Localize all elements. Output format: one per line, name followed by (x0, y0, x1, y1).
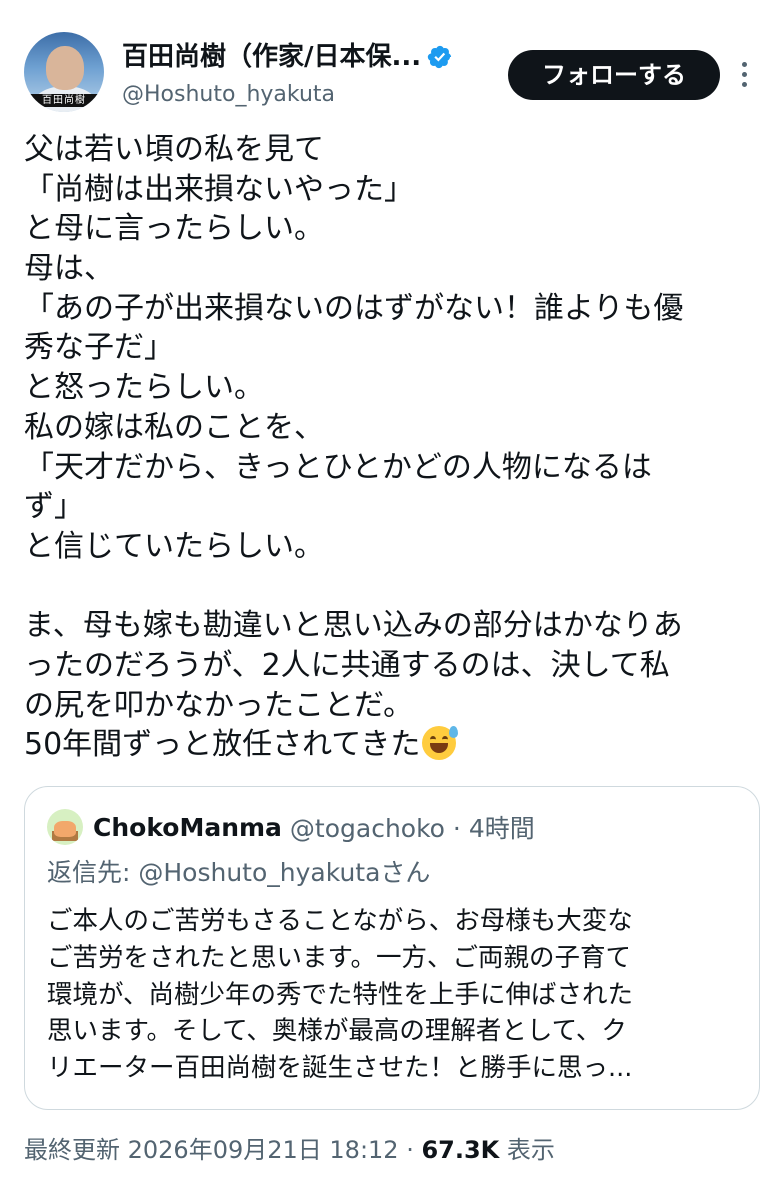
quoted-author-name[interactable]: ChokoManma (93, 813, 282, 842)
tweet-text-line: 50年間ずっと放任されてきた (24, 725, 764, 765)
quoted-body-line: ご本人のご苦労もさることながら、お母様も大変な (47, 906, 633, 936)
avatar-face (46, 46, 84, 90)
author-name-row[interactable]: 百田尚樹（作家/日本保... (122, 38, 453, 76)
tweet-text-line: 私の嫁は私のことを、 (24, 409, 324, 445)
tweet-text-line: と怒ったらしい。 (24, 370, 264, 406)
view-label: 表示 (499, 1136, 555, 1164)
tweet-meta: 最終更新 2026年09月21日 18:12 · 67.3K 表示 (24, 1132, 555, 1168)
tweet-text-line: 母は、 (24, 251, 114, 287)
quoted-body-line: ご苦労をされたと思います。一方、ご両親の子育て (47, 942, 631, 973)
follow-button[interactable]: フォローする (508, 50, 720, 100)
sweat-smile-emoji-icon (422, 726, 459, 761)
quoted-author-handle-time: @togachoko · 4時間 (289, 814, 535, 843)
last-updated-timestamp: 最終更新 2026年09月21日 18:12 · (24, 1136, 422, 1164)
tweet-header: 百田尚樹 百田尚樹（作家/日本保... @Hoshuto_hyakuta フォロ… (24, 32, 760, 112)
quoted-body-line: 環境が、尚樹少年の秀でた特性を上手に伸ばされた (47, 979, 633, 1010)
tweet-text: 父は若い頃の私を見て「尚樹は出来損ないやった」 と母に言ったらしい。 母は、 「あの子… (24, 130, 764, 765)
tweet-text-line: 「天才だから、きっとひとかどの人物になるは (24, 449, 652, 485)
tweet-text-line (24, 567, 764, 607)
avatar-cat (54, 821, 76, 837)
tweet-text-line: 「尚樹は出来損ないやった」 (24, 171, 414, 207)
quoted-tweet-card[interactable]: ChokoManma @togachoko · 4時間 返信先: @Hoshut… (24, 786, 760, 1110)
avatar-banner: 百田尚樹 (28, 94, 100, 107)
tweet-page: 百田尚樹 百田尚樹（作家/日本保... @Hoshuto_hyakuta フォロ… (0, 0, 784, 1200)
emoji-sweat-drop (449, 726, 459, 739)
tweet-text-line: ず」 (24, 489, 84, 525)
quoted-author-avatar[interactable] (47, 809, 83, 845)
quoted-tweet-header: ChokoManma @togachoko · 4時間 (47, 809, 535, 845)
quoted-body-line: リエーター百田尚樹を誕生させた！と勝手に思っ... (47, 1053, 633, 1084)
tweet-text-line: 父は若い頃の私を見て (24, 132, 324, 167)
author-avatar[interactable]: 百田尚樹 (24, 32, 104, 112)
tweet-text-line: と信じていたらしい。 (24, 528, 324, 564)
emoji-mouth (430, 743, 449, 754)
tweet-text-line: 「あの子が出来損ないのはずがない！誰よりも優 (24, 290, 684, 326)
quoted-body-line: 思います。そして、奥様が最高の理解者として、ク (47, 1016, 627, 1047)
view-count: 67.3K (421, 1136, 500, 1164)
author-handle[interactable]: @Hoshuto_hyakuta (122, 80, 335, 110)
tweet-text-line: 秀な子だ」 (24, 330, 174, 366)
quoted-tweet-body: ご本人のご苦労もさることながら、お母様も大変な ご苦労をされたと思います。一方、ご… (47, 903, 747, 1087)
tweet-text-line: ま、母も嫁も勘違いと思い込みの部分はかなりあ (24, 608, 683, 644)
tweet-text-line: の尻を叩かなかったことだ。 (24, 687, 414, 723)
more-options-icon[interactable] (740, 62, 748, 92)
verified-badge-icon (427, 45, 452, 69)
author-display-name[interactable]: 百田尚樹（作家/日本保... (122, 38, 421, 76)
tweet-text-line: ったのだろうが、2人に共通するのは、決して私 (24, 647, 670, 683)
quoted-reply-to: 返信先: @Hoshuto_hyakutaさん (47, 858, 431, 887)
tweet-text-line: と母に言ったらしい。 (24, 211, 324, 247)
